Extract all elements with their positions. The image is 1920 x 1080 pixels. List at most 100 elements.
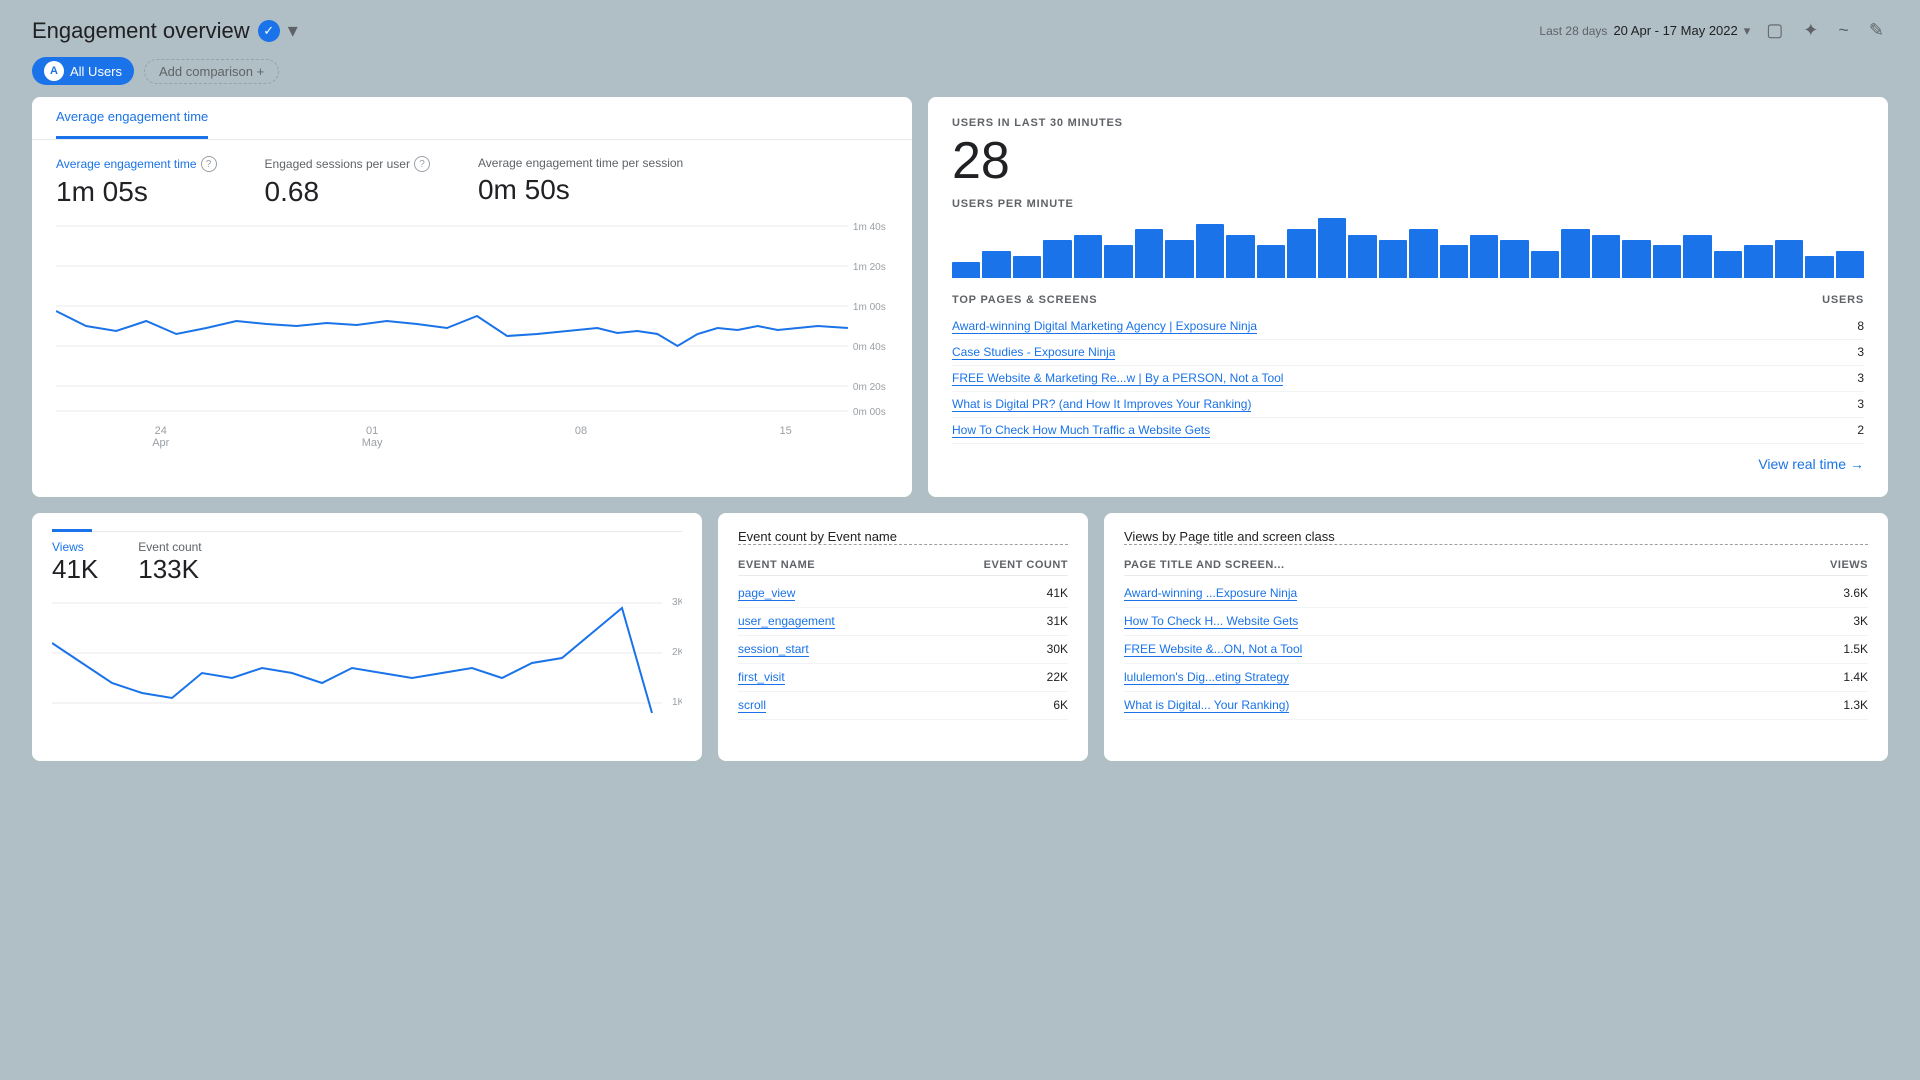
date-dropdown-icon: ▾	[1744, 23, 1751, 39]
bar-mini-item	[1196, 224, 1224, 279]
bar-mini-item	[1714, 251, 1742, 278]
metric1-help-icon[interactable]: ?	[201, 156, 217, 172]
event-name-cell[interactable]: session_start	[738, 642, 809, 657]
page-link[interactable]: FREE Website & Marketing Re...w | By a P…	[952, 371, 1283, 386]
page-name-cell[interactable]: Award-winning ...Exposure Ninja	[1124, 586, 1297, 601]
metric3-label: Average engagement time per session	[478, 156, 683, 170]
metric-engaged-sessions: Engaged sessions per user ? 0.68	[265, 156, 430, 208]
table-row: What is Digital... Your Ranking) 1.3K	[1124, 692, 1868, 720]
add-comparison-button[interactable]: Add comparison +	[144, 59, 279, 84]
event-name-cell[interactable]: user_engagement	[738, 614, 835, 629]
bar-mini-item	[1470, 235, 1498, 279]
page-name-cell[interactable]: How To Check H... Website Gets	[1124, 614, 1298, 629]
page-name-cell[interactable]: What is Digital... Your Ranking)	[1124, 698, 1289, 713]
bar-mini-item	[1531, 251, 1559, 278]
views-line-chart: 3K 2K 1K	[52, 593, 682, 733]
bar-mini-item	[1592, 235, 1620, 279]
event-name-cell[interactable]: scroll	[738, 698, 766, 713]
page-link[interactable]: How To Check How Much Traffic a Website …	[952, 423, 1210, 438]
metric3-value: 0m 50s	[478, 174, 683, 206]
users-header-label: USERS	[1822, 294, 1864, 306]
table-row: page_view 41K	[738, 580, 1068, 608]
card-tab-bar: Average engagement time	[32, 97, 912, 140]
event-count-card: Event count by Event name EVENT NAME EVE…	[718, 513, 1088, 761]
page-link[interactable]: Award-winning Digital Marketing Agency |…	[952, 319, 1257, 334]
tab-engagement-time[interactable]: Average engagement time	[56, 97, 208, 139]
page-title: Engagement overview	[32, 18, 250, 44]
views-count-cell: 1.4K	[1843, 670, 1868, 685]
views-by-page-card: Views by Page title and screen class PAG…	[1104, 513, 1888, 761]
realtime-section-label: USERS IN LAST 30 MINUTES	[952, 117, 1864, 129]
event-count-title: Event count by Event name	[738, 529, 1068, 545]
table-row: first_visit 22K	[738, 664, 1068, 692]
x-label-24apr: 24Apr	[152, 425, 169, 449]
x-axis-labels: 24Apr 01May 08 15	[56, 421, 888, 449]
avatar: A	[44, 61, 64, 81]
share-icon-button[interactable]: ✦	[1799, 16, 1822, 45]
bottom-section: Views 41K Event count 133K 3K 2K 1K Even…	[0, 497, 1920, 777]
verified-icon: ✓	[258, 20, 280, 42]
header-right: Last 28 days 20 Apr - 17 May 2022 ▾ ▢ ✦ …	[1539, 16, 1888, 45]
metric-avg-engagement: Average engagement time ? 1m 05s	[56, 156, 217, 208]
views-col-header: VIEWS	[1830, 559, 1868, 571]
svg-text:3K: 3K	[672, 597, 682, 608]
bar-mini-item	[1500, 240, 1528, 278]
event-count-cell: 31K	[1047, 614, 1068, 629]
metric2-label: Engaged sessions per user ?	[265, 156, 430, 172]
event-count-cell: 30K	[1047, 642, 1068, 657]
date-label: Last 28 days	[1539, 24, 1607, 38]
page-link[interactable]: What is Digital PR? (and How It Improves…	[952, 397, 1251, 412]
add-comparison-label: Add comparison +	[159, 64, 264, 79]
page-count: 3	[1857, 345, 1864, 360]
event-name-col-header: EVENT NAME	[738, 559, 815, 571]
event-name-cell[interactable]: page_view	[738, 586, 795, 601]
event-count-cell: 41K	[1047, 586, 1068, 601]
event-name-cell[interactable]: first_visit	[738, 670, 785, 685]
view-realtime-link[interactable]: View real time →	[952, 456, 1864, 472]
pages-section: TOP PAGES & SCREENS USERS Award-winning …	[952, 294, 1864, 444]
bar-mini-item	[1836, 251, 1864, 278]
bar-mini-item	[1348, 235, 1376, 279]
svg-text:1m 40s: 1m 40s	[853, 222, 886, 233]
bar-mini-item	[1013, 256, 1041, 278]
bar-mini-item	[1318, 218, 1346, 278]
svg-text:2K: 2K	[672, 647, 682, 658]
title-dropdown-button[interactable]: ▾	[288, 18, 298, 43]
page-row: What is Digital PR? (and How It Improves…	[952, 392, 1864, 418]
page-link[interactable]: Case Studies - Exposure Ninja	[952, 345, 1115, 360]
views-count-cell: 3K	[1853, 614, 1868, 629]
realtime-card: USERS IN LAST 30 MINUTES 28 USERS PER MI…	[928, 97, 1888, 497]
users-per-minute-chart	[952, 218, 1864, 278]
bar-mini-item	[1287, 229, 1315, 278]
bar-mini-item	[1379, 240, 1407, 278]
all-users-chip[interactable]: A All Users	[32, 57, 134, 85]
bar-mini-item	[952, 262, 980, 278]
x-label-01may: 01May	[362, 425, 383, 449]
event-count-metric: Event count 133K	[138, 540, 201, 585]
x-label-08: 08	[575, 425, 587, 449]
views-count-cell: 1.5K	[1843, 642, 1868, 657]
edit-icon-button[interactable]: ✎	[1865, 16, 1888, 45]
date-range-selector[interactable]: Last 28 days 20 Apr - 17 May 2022 ▾	[1539, 23, 1750, 39]
realtime-big-number: 28	[952, 133, 1864, 190]
svg-text:0m 20s: 0m 20s	[853, 382, 886, 393]
page-count: 3	[1857, 371, 1864, 386]
bar-mini-item	[1744, 245, 1772, 278]
table-row: FREE Website &...ON, Not a Tool 1.5K	[1124, 636, 1868, 664]
users-per-minute-label: USERS PER MINUTE	[952, 198, 1864, 210]
bar-mini-item	[1653, 245, 1681, 278]
main-content: Average engagement time Average engageme…	[0, 97, 1920, 497]
compare-icon-button[interactable]: ~	[1834, 16, 1853, 45]
views-svg: 3K 2K 1K	[52, 593, 682, 723]
bar-mini-item	[1226, 235, 1254, 279]
page-name-cell[interactable]: lululemon's Dig...eting Strategy	[1124, 670, 1289, 685]
table-row: user_engagement 31K	[738, 608, 1068, 636]
bar-mini-item	[982, 251, 1010, 278]
metric2-help-icon[interactable]: ?	[414, 156, 430, 172]
table-row: Award-winning ...Exposure Ninja 3.6K	[1124, 580, 1868, 608]
table-row: lululemon's Dig...eting Strategy 1.4K	[1124, 664, 1868, 692]
date-value: 20 Apr - 17 May 2022	[1613, 23, 1737, 38]
report-icon-button[interactable]: ▢	[1762, 16, 1787, 45]
table-row: session_start 30K	[738, 636, 1068, 664]
page-name-cell[interactable]: FREE Website &...ON, Not a Tool	[1124, 642, 1302, 657]
